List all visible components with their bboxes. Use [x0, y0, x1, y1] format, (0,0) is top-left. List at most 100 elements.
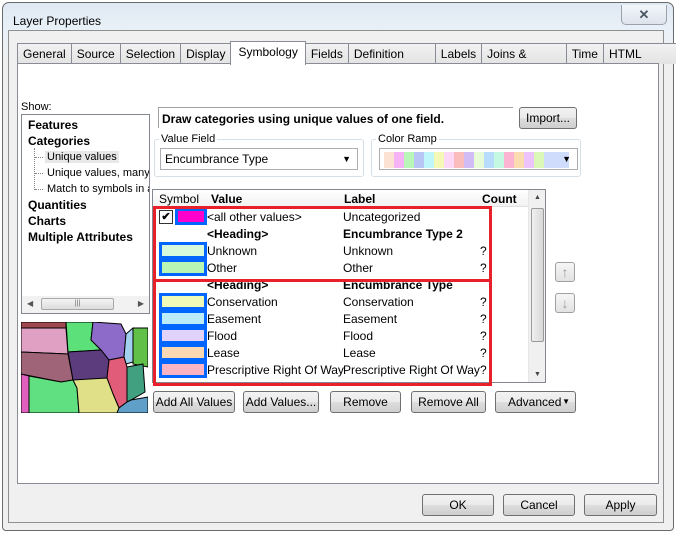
add-values-button[interactable]: Add Values... — [243, 391, 319, 413]
chevron-down-icon: ▼ — [562, 154, 571, 164]
tree-item-features[interactable]: Features — [28, 118, 78, 132]
value-row[interactable]: Other Other? — [153, 259, 529, 276]
symbol-swatch[interactable] — [159, 344, 207, 361]
all-other-values-checkbox[interactable]: ✔ — [159, 210, 173, 224]
value-row[interactable]: Conservation Conservation? — [153, 293, 529, 310]
color-ramp-swatch — [404, 152, 414, 168]
value-row[interactable]: ✔ <all other values> Uncategorized — [153, 208, 529, 225]
row-value: <all other values> — [207, 210, 302, 224]
row-count: ? — [480, 261, 487, 275]
tree-item-charts[interactable]: Charts — [28, 214, 66, 228]
row-label[interactable]: Easement — [343, 312, 397, 326]
tab-definition-query[interactable]: Definition Query — [347, 43, 436, 81]
tab-selection[interactable]: Selection — [119, 43, 182, 64]
tree-item-match-symbols[interactable]: Match to symbols in a — [47, 183, 149, 195]
list-vertical-scrollbar[interactable]: ▲ ▼ — [528, 190, 545, 382]
color-ramp-swatch — [434, 152, 444, 168]
tab-labels[interactable]: Labels — [434, 43, 483, 64]
row-value: Lease — [207, 346, 240, 360]
tab-symbology[interactable]: Symbology — [230, 41, 306, 65]
color-ramp-swatch — [454, 152, 464, 168]
ok-button[interactable]: OK — [422, 494, 494, 516]
row-label[interactable]: Encumbrance Type — [343, 278, 453, 292]
scrollbar-thumb[interactable]: ||| — [41, 298, 114, 310]
row-label[interactable]: Unknown — [343, 244, 393, 258]
remove-button[interactable]: Remove — [330, 391, 401, 413]
scroll-left-icon[interactable]: ◀ — [27, 299, 33, 308]
tab-joins-relates[interactable]: Joins & Relates — [481, 43, 567, 81]
heading-row[interactable]: <Heading> Encumbrance Type — [153, 276, 529, 293]
row-label[interactable]: Lease — [343, 346, 376, 360]
tab-time[interactable]: Time — [565, 43, 604, 64]
header-count[interactable]: Count — [482, 192, 517, 206]
tab-bar: General Source Selection Display Symbolo… — [17, 41, 676, 81]
symbol-swatch[interactable] — [159, 293, 207, 310]
heading-row[interactable]: <Heading> Encumbrance Type 2 — [153, 225, 529, 242]
symbol-swatch[interactable] — [159, 327, 207, 344]
header-value[interactable]: Value — [211, 192, 242, 206]
row-label[interactable]: Other — [343, 261, 373, 275]
value-field-label: Value Field — [159, 133, 218, 145]
arrow-down-icon: ↓ — [561, 295, 569, 311]
apply-button[interactable]: Apply — [584, 494, 657, 516]
scroll-right-icon[interactable]: ▶ — [138, 299, 144, 308]
value-row[interactable]: Flood Flood? — [153, 327, 529, 344]
tree-item-categories[interactable]: Categories — [28, 134, 90, 148]
row-value: Other — [207, 261, 238, 275]
scrollbar-thumb[interactable] — [531, 208, 544, 342]
import-button[interactable]: Import... — [519, 107, 577, 129]
color-ramp-swatch — [524, 152, 534, 168]
advanced-button[interactable]: Advanced ▼ — [495, 391, 576, 413]
color-ramp-swatch — [464, 152, 474, 168]
move-up-button[interactable]: ↑ — [555, 262, 575, 282]
tree-item-quantities[interactable]: Quantities — [28, 198, 87, 212]
value-field-dropdown[interactable]: Encumbrance Type ▼ — [160, 148, 358, 170]
row-label[interactable]: Uncategorized — [343, 210, 420, 224]
color-ramp-swatch — [394, 152, 404, 168]
header-label[interactable]: Label — [344, 192, 375, 206]
remove-all-button[interactable]: Remove All — [411, 391, 486, 413]
tab-html-popup[interactable]: HTML Popup — [602, 43, 676, 81]
tree-item-unique-values-many[interactable]: Unique values, many — [47, 167, 149, 179]
tree-horizontal-scrollbar[interactable]: ◀ ||| ▶ — [22, 296, 149, 313]
tab-source[interactable]: Source — [70, 43, 121, 64]
color-ramp-swatch — [384, 152, 394, 168]
symbol-swatch[interactable] — [159, 242, 207, 259]
tree-item-unique-values[interactable]: Unique values — [45, 151, 119, 163]
advanced-label: Advanced — [508, 395, 562, 409]
tree-item-multiple-attributes[interactable]: Multiple Attributes — [28, 230, 133, 244]
move-down-button[interactable]: ↓ — [555, 293, 575, 313]
row-value: Easement — [207, 312, 262, 326]
header-symbol[interactable]: Symbol — [159, 192, 199, 206]
value-row[interactable]: Lease Lease? — [153, 344, 529, 361]
row-label[interactable]: Conservation — [343, 295, 414, 309]
color-ramp-dropdown[interactable]: ▼ — [379, 148, 578, 170]
add-all-values-button[interactable]: Add All Values — [153, 391, 235, 413]
row-label[interactable]: Encumbrance Type 2 — [343, 227, 463, 241]
renderer-description: Draw categories using unique values of o… — [158, 107, 513, 128]
tab-display[interactable]: Display — [180, 43, 232, 64]
value-field-value: Encumbrance Type — [165, 152, 269, 166]
symbol-swatch[interactable] — [159, 259, 207, 276]
tab-fields[interactable]: Fields — [304, 43, 349, 64]
scroll-down-icon[interactable]: ▼ — [534, 371, 541, 378]
cancel-button[interactable]: Cancel — [503, 494, 575, 516]
value-row[interactable]: Easement Easement? — [153, 310, 529, 327]
symbol-swatch[interactable] — [159, 310, 207, 327]
arrow-up-icon: ↑ — [561, 264, 569, 280]
symbol-swatch[interactable] — [159, 361, 207, 378]
color-ramp-swatches — [384, 152, 569, 168]
row-label[interactable]: Prescriptive Right Of Way — [343, 363, 480, 377]
color-ramp-label: Color Ramp — [376, 133, 439, 145]
color-ramp-swatch — [414, 152, 424, 168]
tree-connector — [34, 148, 35, 190]
color-ramp-swatch — [444, 152, 454, 168]
row-count: ? — [480, 244, 487, 258]
scroll-up-icon[interactable]: ▲ — [534, 194, 541, 201]
symbol-swatch[interactable] — [175, 208, 207, 225]
value-row[interactable]: Prescriptive Right Of Way Prescriptive Ri… — [153, 361, 529, 378]
tab-general[interactable]: General — [17, 43, 72, 64]
value-row[interactable]: Unknown Unknown? — [153, 242, 529, 259]
row-label[interactable]: Flood — [343, 329, 373, 343]
close-button[interactable]: ✕ — [621, 5, 667, 25]
